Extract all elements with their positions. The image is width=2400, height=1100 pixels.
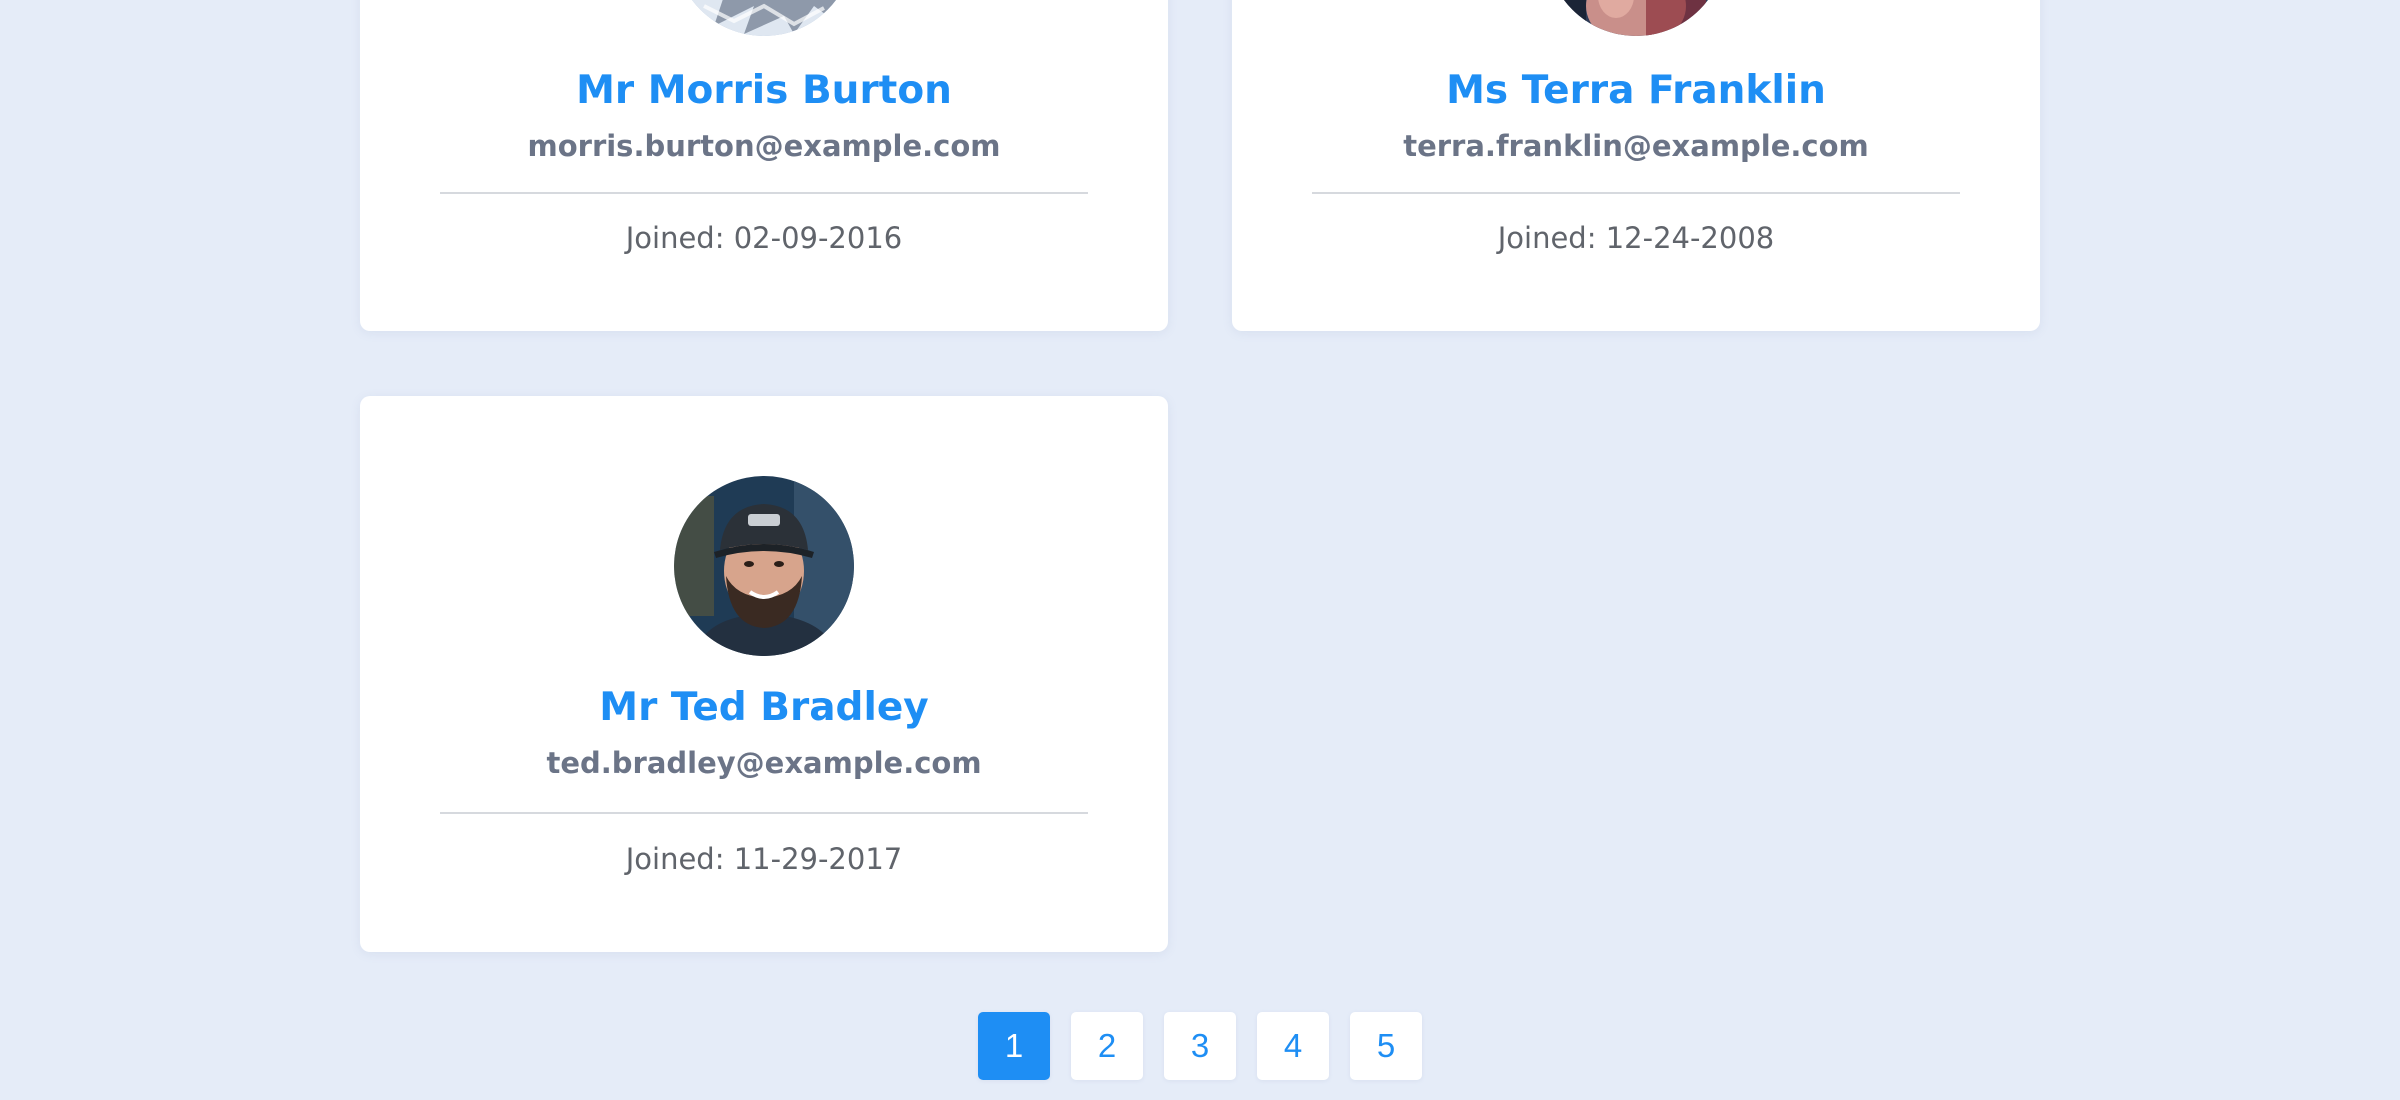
user-card: Mr Ted Bradley ted.bradley@example.com J… <box>360 396 1168 952</box>
user-card: Ms Terra Franklin terra.franklin@example… <box>1232 0 2040 331</box>
user-email: terra.franklin@example.com <box>1403 129 1869 163</box>
pagination: 1 2 3 4 5 <box>978 1012 1422 1080</box>
page-button-3[interactable]: 3 <box>1164 1012 1236 1080</box>
page-button-2[interactable]: 2 <box>1071 1012 1143 1080</box>
user-name: Mr Ted Bradley <box>599 685 929 730</box>
user-email: morris.burton@example.com <box>527 129 1001 163</box>
user-name: Mr Morris Burton <box>576 68 952 113</box>
user-card: Mr Morris Burton morris.burton@example.c… <box>360 0 1168 331</box>
page-button-5[interactable]: 5 <box>1350 1012 1422 1080</box>
user-email: ted.bradley@example.com <box>546 746 982 780</box>
avatar <box>674 0 854 36</box>
divider <box>1312 192 1960 194</box>
page-button-4[interactable]: 4 <box>1257 1012 1329 1080</box>
avatar <box>1546 0 1726 36</box>
divider <box>440 192 1088 194</box>
user-name: Ms Terra Franklin <box>1446 68 1826 113</box>
joined-date: Joined: 12-24-2008 <box>1497 221 1775 255</box>
divider <box>440 812 1088 814</box>
avatar <box>674 476 854 656</box>
joined-date: Joined: 02-09-2016 <box>625 221 903 255</box>
page-button-1[interactable]: 1 <box>978 1012 1050 1080</box>
joined-date: Joined: 11-29-2017 <box>625 842 903 876</box>
